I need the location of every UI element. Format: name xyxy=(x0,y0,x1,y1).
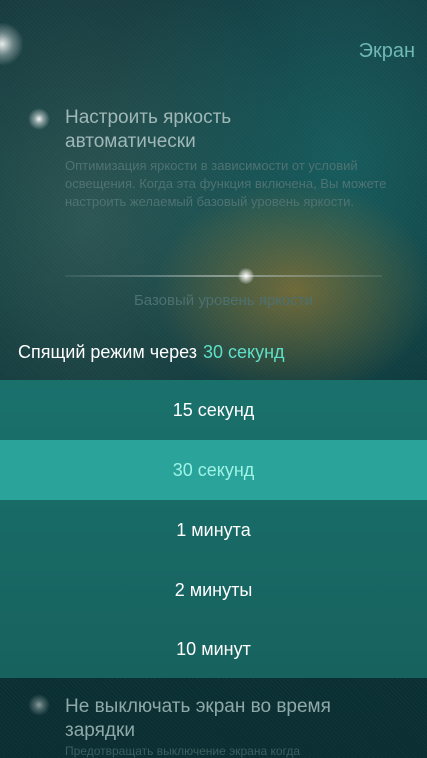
brightness-slider-thumb[interactable] xyxy=(237,268,254,284)
sleep-option-10m[interactable]: 10 минут xyxy=(0,620,427,678)
keep-screen-on-toggle-dot[interactable] xyxy=(28,694,50,716)
auto-brightness-toggle-dot[interactable] xyxy=(28,108,50,130)
page-title: Экран xyxy=(358,40,415,62)
sleep-option-2m[interactable]: 2 минуты xyxy=(0,560,427,620)
sleep-timeout-row[interactable]: Спящий режим через 30 секунд xyxy=(18,342,285,363)
brightness-slider-caption: Базовый уровень яркости xyxy=(133,292,314,309)
sleep-timeout-value: 30 секунд xyxy=(202,342,285,362)
sleep-option-15s[interactable]: 15 секунд xyxy=(0,380,427,440)
brightness-slider-track[interactable] xyxy=(65,275,382,277)
back-glow-icon[interactable] xyxy=(0,22,24,66)
sleep-option-30s[interactable]: 30 секунд xyxy=(0,440,427,500)
sleep-timeout-picker: 15 секунд 30 секунд 1 минута 2 минуты 10… xyxy=(0,380,427,678)
auto-brightness-description: Оптимизация яркости в зависимости от усл… xyxy=(65,158,387,209)
sleep-timeout-label: Спящий режим через xyxy=(18,342,197,362)
sleep-option-1m[interactable]: 1 минута xyxy=(0,500,427,560)
auto-brightness-title[interactable]: Настроить яркость автоматически xyxy=(65,106,365,154)
keep-screen-on-description: Предотвращать выключение экрана когда xyxy=(65,744,301,758)
display-settings-screen: Экран Настроить яркость автоматически Оп… xyxy=(0,0,427,758)
keep-screen-on-title[interactable]: Не выключать экран во время зарядки xyxy=(65,695,405,743)
